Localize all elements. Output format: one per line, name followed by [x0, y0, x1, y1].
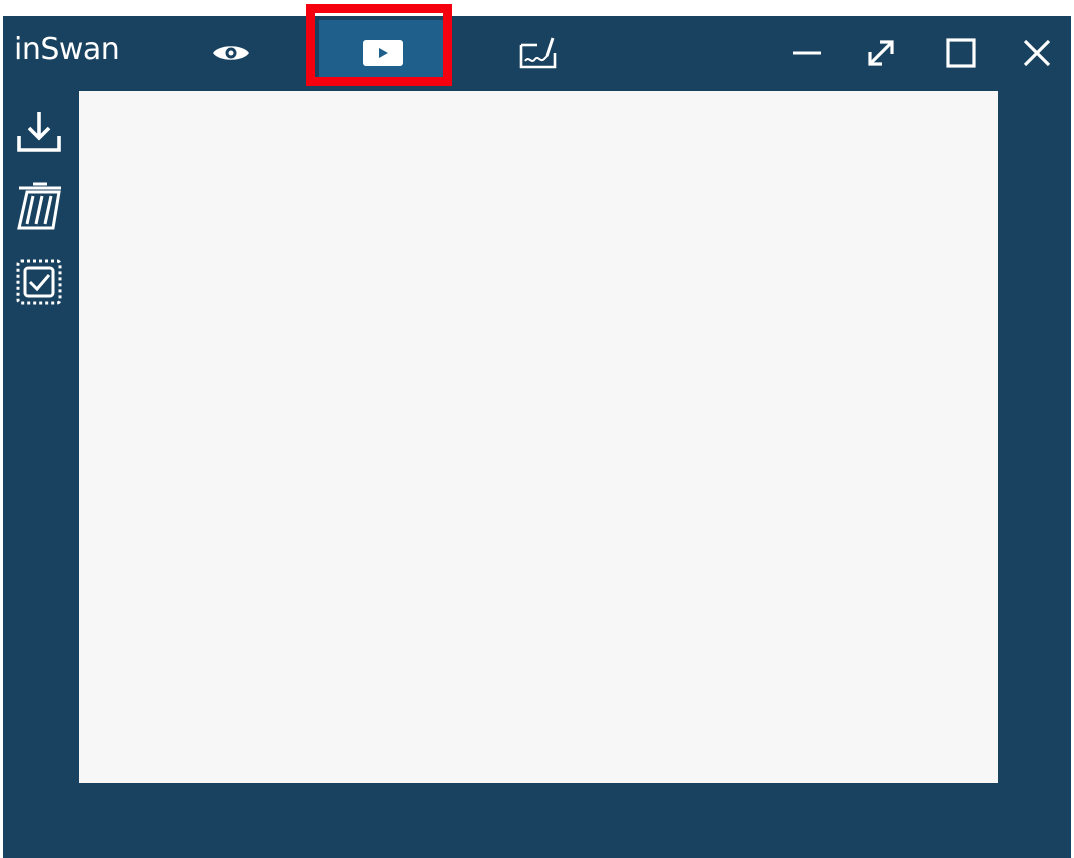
drawing-canvas[interactable] — [79, 91, 998, 783]
maximize-button[interactable] — [933, 20, 989, 86]
preview-button[interactable] — [199, 20, 263, 86]
select-all-button[interactable] — [13, 256, 65, 308]
play-button[interactable] — [319, 20, 447, 86]
minimize-button[interactable] — [781, 20, 833, 86]
trash-icon — [17, 182, 61, 230]
app-window: inSwan — [3, 16, 1071, 858]
maximize-icon — [946, 38, 976, 68]
play-icon — [363, 40, 403, 66]
close-button[interactable] — [1009, 20, 1065, 86]
close-icon — [1023, 39, 1051, 67]
select-checkbox-icon — [16, 259, 62, 305]
expand-button[interactable] — [853, 20, 909, 86]
delete-button[interactable] — [13, 180, 65, 232]
sign-button[interactable] — [503, 20, 575, 86]
brand-logo: inSwan — [14, 32, 120, 67]
top-toolbar: inSwan — [3, 16, 1071, 90]
download-button[interactable] — [13, 106, 65, 158]
download-icon — [17, 112, 61, 152]
eye-icon — [213, 46, 249, 60]
signature-pad-icon — [519, 37, 557, 69]
minimize-icon — [793, 51, 821, 55]
expand-arrow-icon — [868, 40, 894, 66]
